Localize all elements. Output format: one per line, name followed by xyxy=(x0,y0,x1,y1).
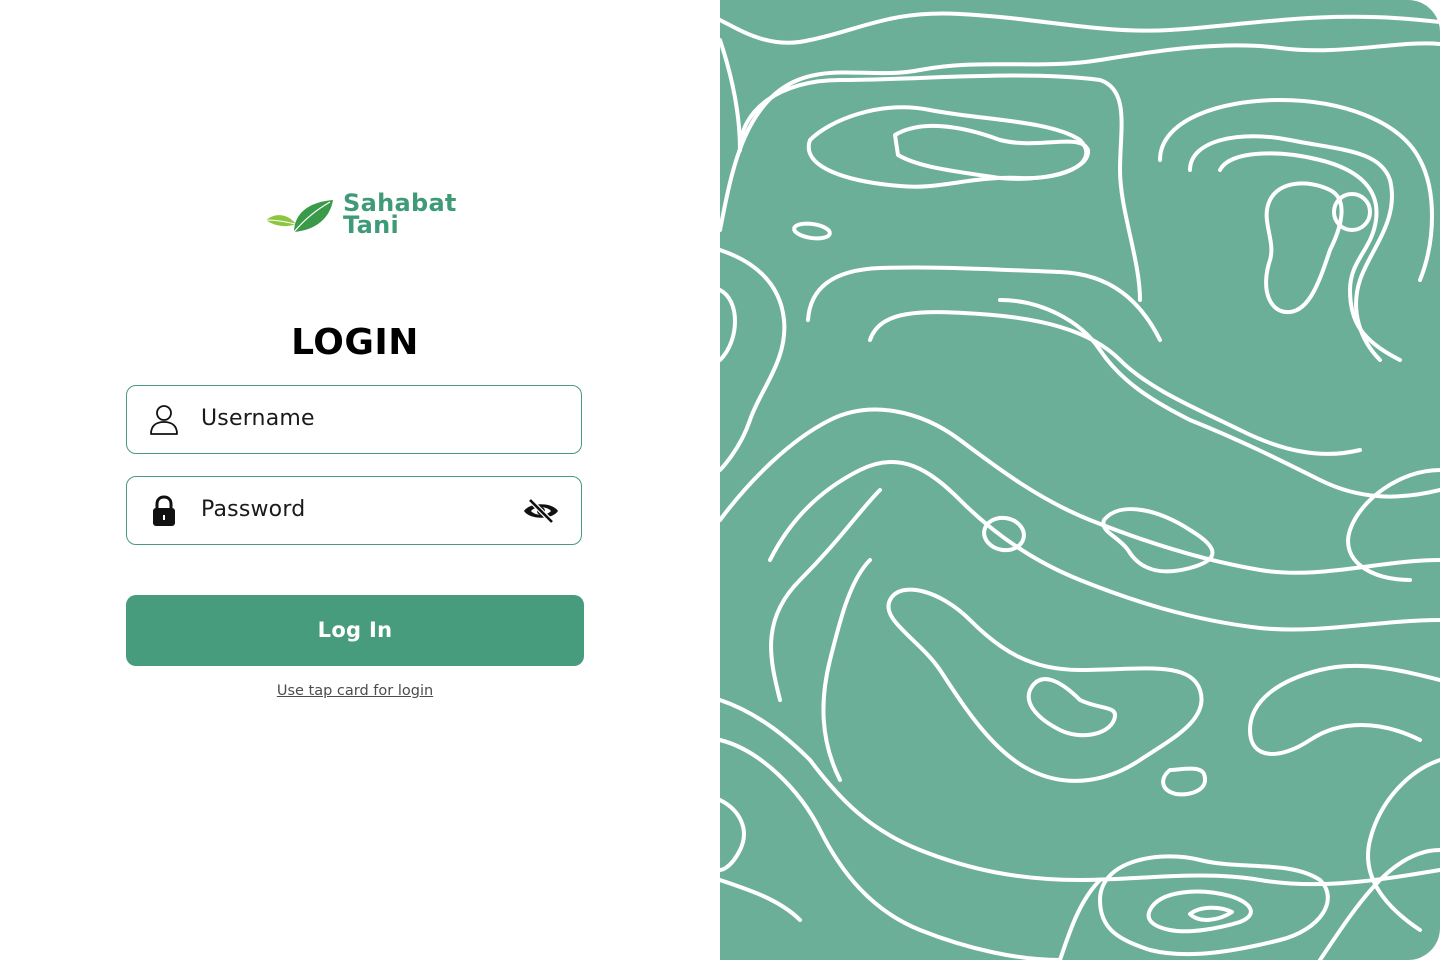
login-page: Sahabat Tani LOGIN Username Password Log… xyxy=(0,0,1440,960)
brand-logo: Sahabat Tani xyxy=(264,191,474,242)
topographic-pattern xyxy=(720,11,1440,960)
password-field[interactable]: Password xyxy=(126,476,582,545)
page-title: LOGIN xyxy=(291,322,419,363)
login-panel: Sahabat Tani LOGIN Username Password Log… xyxy=(0,0,720,960)
tap-card-login-link-wrap: Use tap card for login xyxy=(126,683,584,699)
user-icon xyxy=(150,405,178,435)
leaf-icon xyxy=(265,200,333,233)
login-button[interactable]: Log In xyxy=(126,595,584,666)
decorative-pattern-panel xyxy=(720,0,1440,960)
brand-name-line2: Tani xyxy=(343,211,399,239)
lock-icon xyxy=(153,495,175,526)
password-placeholder: Password xyxy=(201,497,306,522)
eye-slash-icon[interactable] xyxy=(523,498,559,524)
brand-name: Sahabat Tani xyxy=(343,191,457,239)
username-field[interactable]: Username xyxy=(126,385,582,454)
tap-card-login-link[interactable]: Use tap card for login xyxy=(277,683,433,699)
username-placeholder: Username xyxy=(201,406,315,431)
